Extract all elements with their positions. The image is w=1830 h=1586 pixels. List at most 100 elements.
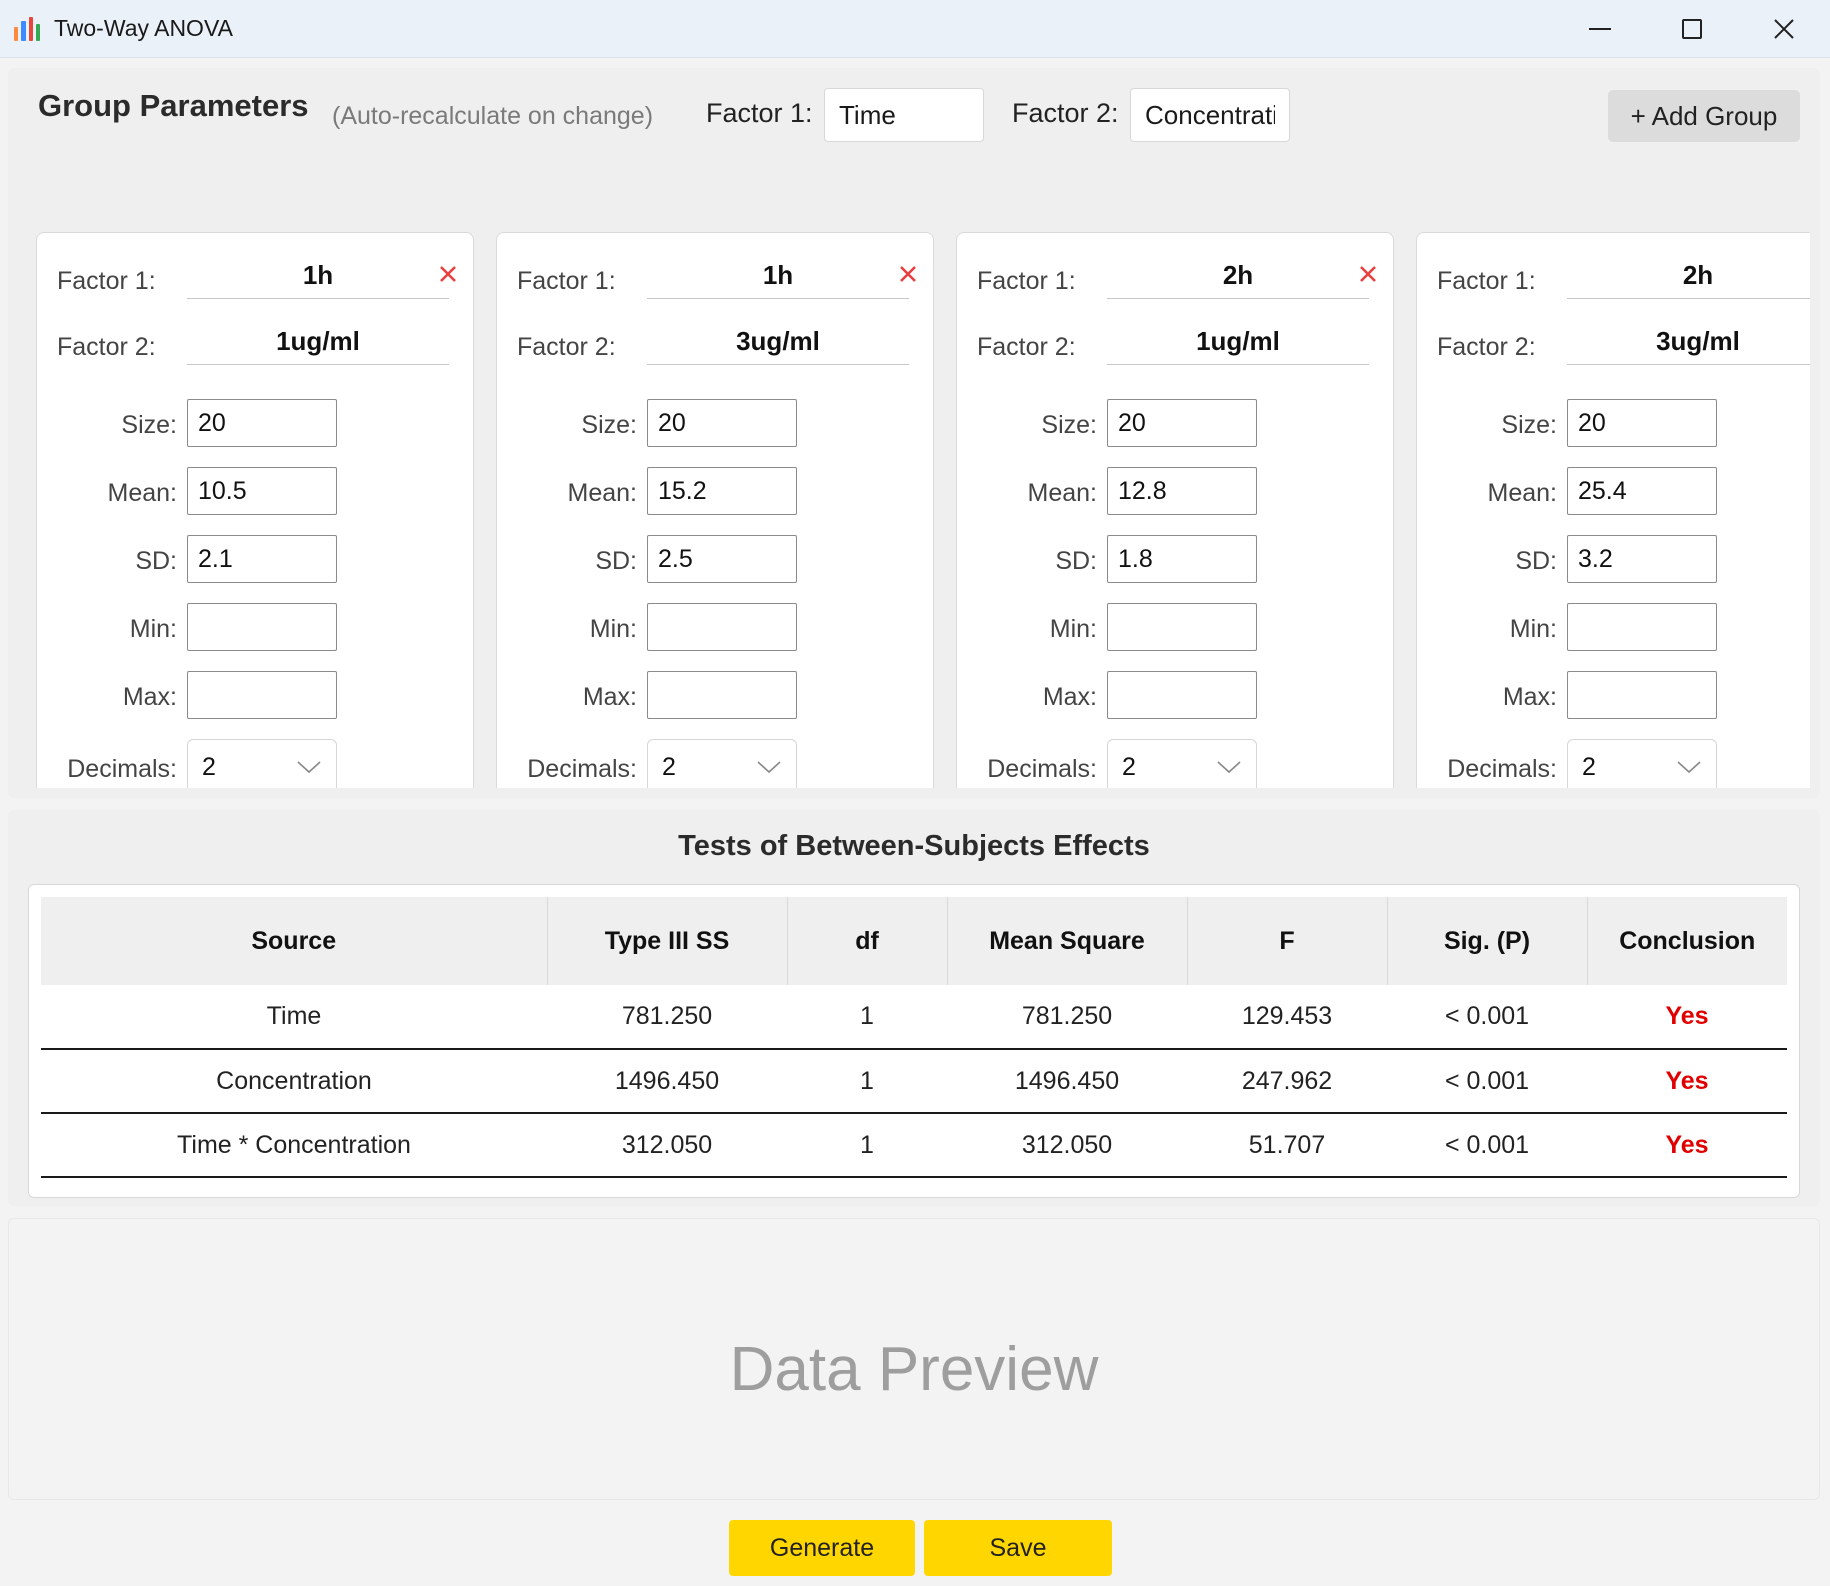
factor1-value[interactable]: 2h [1567,251,1810,299]
source-cell: Time [41,985,547,1050]
results-title: Tests of Between-Subjects Effects [678,830,1150,862]
column-header: Source [41,897,548,985]
max-input[interactable] [1567,671,1717,719]
decimals-value: 2 [1582,752,1596,781]
decimals-label: Decimals: [527,755,637,783]
column-header: df [787,897,948,985]
group-parameters-title: Group Parameters [38,88,309,123]
table-header-row: Source Type III SS df Mean Square F Sig.… [41,897,1787,985]
size-label: Size: [1041,411,1097,439]
factor2-value[interactable]: 1ug/ml [1107,317,1369,365]
f-cell: 129.453 [1187,985,1387,1050]
chevron-down-icon [1217,761,1241,774]
max-input[interactable] [1107,671,1257,719]
mean-label: Mean: [107,479,177,507]
mean-label: Mean: [1027,479,1097,507]
max-input[interactable] [647,671,797,719]
ss-cell: 312.050 [547,1113,787,1178]
sd-label: SD: [135,547,177,575]
min-label: Min: [129,615,177,643]
delete-group-icon[interactable] [1357,263,1379,285]
min-label: Min: [1509,615,1557,643]
data-preview-panel: Data Preview [8,1218,1820,1500]
group-card: Factor 1: 1h Factor 2: 1ug/ml Size: Mean… [36,232,474,788]
ms-cell: 1496.450 [947,1049,1187,1114]
sd-label: SD: [1055,547,1097,575]
min-input[interactable] [1567,603,1717,651]
minimize-button[interactable] [1554,0,1646,58]
f-cell: 247.962 [1187,1049,1387,1114]
ss-cell: 1496.450 [547,1049,787,1114]
f-cell: 51.707 [1187,1113,1387,1178]
column-header: Mean Square [947,897,1188,985]
sig-cell: < 0.001 [1387,985,1587,1050]
min-label: Min: [1049,615,1097,643]
size-input[interactable] [647,399,797,447]
factor1-label: Factor 1: [1437,267,1536,295]
mean-label: Mean: [1487,479,1557,507]
mean-input[interactable] [647,467,797,515]
column-header: Sig. (P) [1387,897,1588,985]
size-input[interactable] [1567,399,1717,447]
decimals-value: 2 [662,752,676,781]
factor2-label: Factor 2: [57,333,156,361]
factor1-label: Factor 1: [977,267,1076,295]
decimals-select[interactable]: 2 [1107,739,1257,788]
factor2-name-input[interactable] [1130,88,1290,142]
anova-table: Source Type III SS df Mean Square F Sig.… [41,897,1787,1178]
max-label: Max: [1502,683,1557,711]
factor2-label: Factor 2: [517,333,616,361]
sd-input[interactable] [1567,535,1717,583]
delete-group-icon[interactable] [897,263,919,285]
sd-input[interactable] [187,535,337,583]
generate-button[interactable]: Generate [729,1520,915,1576]
decimals-select[interactable]: 2 [647,739,797,788]
add-group-button[interactable]: + Add Group [1608,90,1800,142]
max-label: Max: [582,683,637,711]
sd-label: SD: [595,547,637,575]
size-label: Size: [581,411,637,439]
factor1-name-label: Factor 1: [706,98,813,128]
sd-label: SD: [1515,547,1557,575]
size-input[interactable] [1107,399,1257,447]
size-input[interactable] [187,399,337,447]
decimals-select[interactable]: 2 [1567,739,1717,788]
sd-input[interactable] [1107,535,1257,583]
factor2-value[interactable]: 3ug/ml [647,317,909,365]
ss-cell: 781.250 [547,985,787,1050]
factor1-name-input[interactable] [824,88,984,142]
close-icon [1774,19,1794,39]
data-preview-placeholder: Data Preview [729,1334,1099,1404]
mean-input[interactable] [1107,467,1257,515]
maximize-button[interactable] [1646,0,1738,58]
max-label: Max: [1042,683,1097,711]
delete-group-icon[interactable] [437,263,459,285]
size-label: Size: [1501,411,1557,439]
mean-input[interactable] [187,467,337,515]
factor1-value[interactable]: 1h [647,251,909,299]
source-cell: Concentration [41,1049,547,1114]
close-button[interactable] [1738,0,1830,58]
auto-recalculate-note: (Auto-recalculate on change) [332,102,654,130]
table-row: Time 781.250 1 781.250 129.453 < 0.001 Y… [41,985,1787,1050]
factor2-value[interactable]: 3ug/ml [1567,317,1810,365]
factor1-label: Factor 1: [57,267,156,295]
column-header: F [1187,897,1388,985]
mean-input[interactable] [1567,467,1717,515]
decimals-select[interactable]: 2 [187,739,337,788]
max-input[interactable] [187,671,337,719]
column-header: Conclusion [1587,897,1787,985]
min-input[interactable] [1107,603,1257,651]
conclusion-cell: Yes [1587,1113,1787,1178]
factor1-value[interactable]: 1h [187,251,449,299]
min-input[interactable] [647,603,797,651]
df-cell: 1 [787,1049,947,1114]
save-button[interactable]: Save [924,1520,1112,1576]
min-input[interactable] [187,603,337,651]
decimals-label: Decimals: [987,755,1097,783]
factor2-label: Factor 2: [977,333,1076,361]
factor1-value[interactable]: 2h [1107,251,1369,299]
factor2-label: Factor 2: [1437,333,1536,361]
factor2-value[interactable]: 1ug/ml [187,317,449,365]
sd-input[interactable] [647,535,797,583]
